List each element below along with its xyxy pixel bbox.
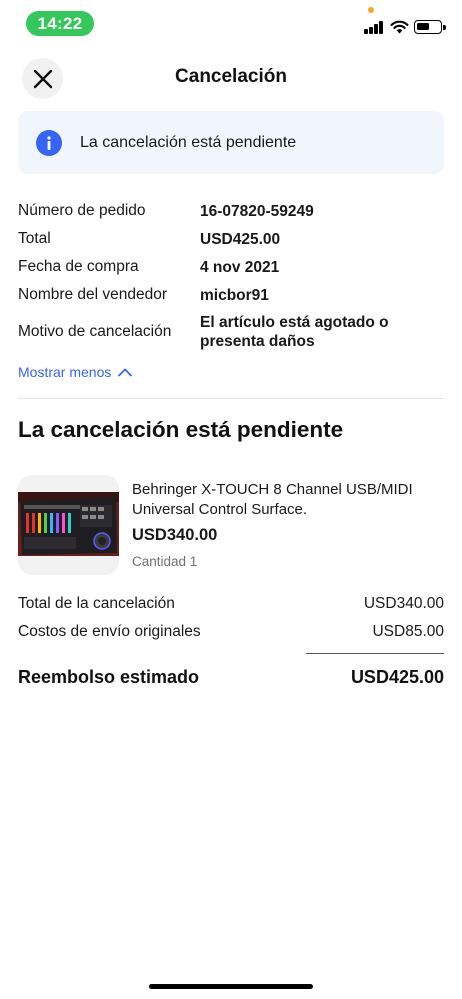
item-thumbnail[interactable]	[18, 475, 119, 575]
detail-value: USD425.00	[200, 231, 281, 248]
control-surface-image	[18, 492, 119, 556]
section-title: La cancelación está pendiente	[18, 417, 344, 442]
detail-label: Fecha de compra	[18, 258, 139, 275]
detail-value: 4 nov 2021	[200, 259, 280, 276]
detail-label: Total	[18, 230, 51, 247]
item-title[interactable]: Behringer X-TOUCH 8 Channel USB/MIDI Uni…	[132, 480, 442, 520]
summary-value: USD340.00	[363, 595, 444, 612]
summary-label: Costos de envío originales	[18, 623, 201, 640]
status-bar: 14:22	[0, 0, 462, 46]
detail-label: Motivo de cancelación	[18, 323, 172, 340]
detail-label: Número de pedido	[18, 202, 146, 219]
refund-label: Reembolso estimado	[18, 667, 200, 687]
chevron-up-icon	[118, 368, 133, 377]
section-divider	[18, 398, 444, 399]
summary-value: USD85.00	[372, 623, 444, 640]
detail-value: El artículo está agotado o presenta daño…	[200, 314, 389, 350]
signal-icon	[364, 21, 384, 34]
detail-label: Nombre del vendedor	[18, 286, 168, 303]
page-title: Cancelación	[175, 66, 287, 87]
summary-cancel-total: Total de la cancelación USD340.00	[18, 595, 444, 613]
battery-icon	[414, 20, 446, 34]
detail-value: micbor91	[200, 287, 269, 304]
summary-divider	[306, 653, 444, 654]
item-quantity: Cantidad 1	[132, 554, 198, 569]
info-icon	[36, 129, 62, 156]
summary-refund: Reembolso estimado USD425.00	[18, 667, 444, 688]
banner-text: La cancelación está pendiente	[80, 133, 297, 151]
summary-label: Total de la cancelación	[18, 595, 175, 612]
status-banner: La cancelación está pendiente	[18, 111, 444, 174]
wifi-icon	[390, 20, 409, 34]
show-less-link[interactable]: Mostrar menos	[18, 364, 133, 380]
detail-value: 16-07820-59249	[200, 203, 314, 220]
refund-value: USD425.00	[350, 667, 444, 687]
privacy-indicator-dot	[368, 7, 374, 13]
home-indicator[interactable]	[149, 984, 313, 989]
item-price: USD340.00	[132, 526, 218, 544]
status-time: 14:22	[26, 11, 94, 36]
summary-shipping: Costos de envío originales USD85.00	[18, 623, 444, 641]
show-less-label: Mostrar menos	[18, 364, 112, 380]
